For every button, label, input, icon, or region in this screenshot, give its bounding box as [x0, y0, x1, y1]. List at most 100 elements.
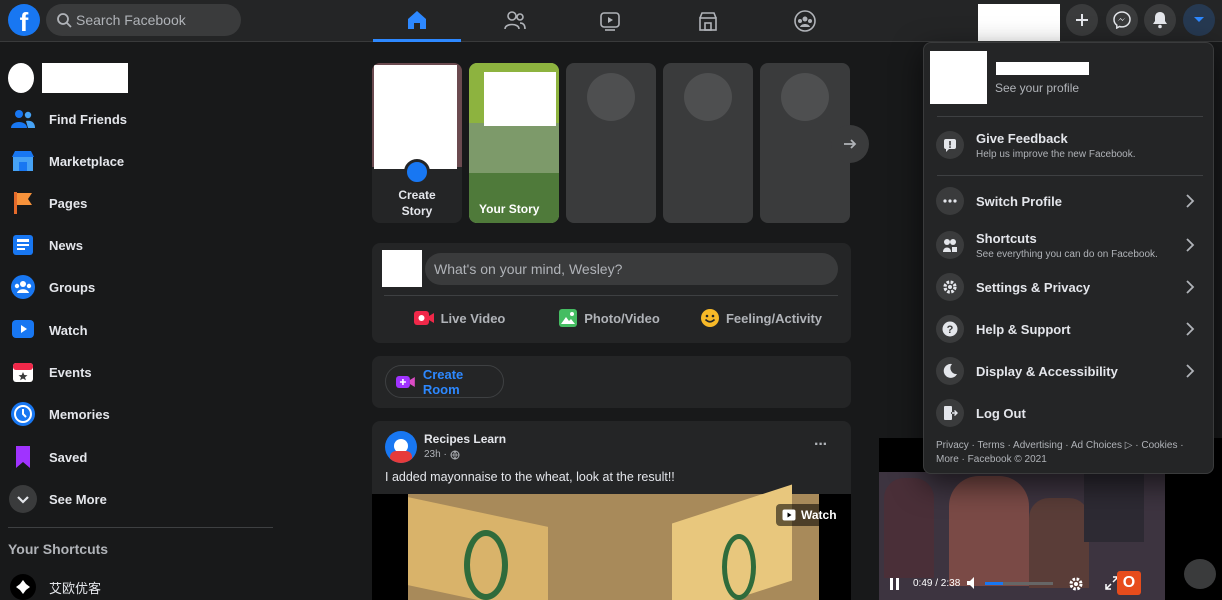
create-room-button[interactable]: Create Room — [385, 365, 504, 398]
feedback-icon — [936, 131, 964, 159]
memories-icon — [9, 400, 37, 428]
chevron-right-icon — [1186, 280, 1195, 294]
avatar[interactable] — [8, 63, 34, 93]
sidebar-item-saved[interactable]: Saved — [6, 436, 272, 478]
post-author-avatar[interactable] — [385, 431, 417, 463]
avatar-body — [390, 451, 412, 463]
tab-marketplace[interactable] — [664, 0, 752, 42]
chevron-down-icon — [9, 485, 37, 513]
story-avatar — [587, 73, 635, 121]
story-card[interactable] — [663, 63, 753, 223]
sidebar-item-memories[interactable]: Memories — [6, 393, 272, 435]
help-support-item[interactable]: ? Help & Support — [932, 308, 1208, 350]
sidebar-item-watch[interactable]: Watch — [6, 309, 272, 351]
profile-chip[interactable] — [978, 4, 1060, 41]
post-author-name[interactable]: Recipes Learn — [424, 432, 506, 446]
pages-icon — [9, 189, 37, 217]
groups-icon — [794, 10, 816, 32]
facebook-logo[interactable]: f — [8, 4, 40, 36]
sidebar-item-find-friends[interactable]: Find Friends — [6, 98, 272, 140]
photo-video-button[interactable]: Photo/Video — [534, 300, 684, 336]
post-timestamp[interactable]: 23h · — [424, 449, 460, 460]
sidebar-item-label: 艾欧优客 — [49, 580, 102, 596]
composer-avatar[interactable] — [382, 250, 422, 287]
display-accessibility-item[interactable]: Display & Accessibility — [932, 350, 1208, 392]
volume-icon[interactable] — [966, 576, 980, 590]
sidebar-item-label: Find Friends — [49, 111, 127, 127]
live-video-button[interactable]: Live Video — [384, 300, 534, 336]
sidebar-item-news[interactable]: News — [6, 224, 272, 266]
sidebar-item-label: Events — [49, 364, 92, 380]
gear-icon[interactable] — [1068, 576, 1084, 592]
composer-input[interactable]: What's on your mind, Wesley? — [425, 253, 838, 285]
story-card[interactable] — [566, 63, 656, 223]
switch-profile-item[interactable]: Switch Profile — [932, 180, 1208, 222]
saved-icon — [9, 443, 37, 471]
sidebar-item-groups[interactable]: Groups — [6, 266, 272, 308]
photo-video-label: Photo/Video — [584, 310, 660, 326]
add-story-icon — [404, 159, 430, 185]
notifications-button[interactable] — [1144, 4, 1176, 36]
search-box[interactable] — [46, 4, 241, 36]
give-feedback-item[interactable]: Give Feedback Help us improve the new Fac… — [932, 123, 1208, 167]
log-out-item[interactable]: Log Out — [932, 392, 1208, 434]
watch-badge[interactable]: Watch — [776, 504, 843, 526]
volume-slider[interactable] — [985, 582, 1053, 585]
top-bar: f — [0, 0, 1222, 42]
see-profile-link[interactable]: See your profile — [995, 81, 1079, 95]
menu-profile-avatar[interactable] — [930, 51, 987, 104]
stories-next-button[interactable] — [831, 125, 869, 163]
sidebar-shortcut-item[interactable]: 艾欧优客 — [6, 566, 272, 600]
watch-icon — [9, 316, 37, 344]
video-figure — [1029, 498, 1089, 588]
watch-icon — [782, 509, 796, 521]
video-label-mark — [722, 534, 756, 600]
photo-icon — [559, 309, 578, 327]
search-input[interactable] — [76, 4, 236, 36]
sidebar-divider — [8, 527, 273, 528]
tab-groups[interactable] — [761, 0, 849, 42]
sidebar-item-see-more[interactable]: See More — [6, 478, 272, 520]
footer-copyright[interactable]: More · Facebook © 2021 — [936, 453, 1184, 467]
feeling-activity-button[interactable]: Feeling/Activity — [684, 300, 838, 336]
messenger-icon — [1113, 11, 1131, 29]
sidebar-item-events[interactable]: Events — [6, 351, 272, 393]
your-story-card[interactable]: Your Story — [469, 63, 559, 223]
tab-home[interactable] — [373, 0, 461, 42]
sidebar-item-marketplace[interactable]: Marketplace — [6, 140, 272, 182]
tab-friends[interactable] — [471, 0, 559, 42]
pause-icon[interactable] — [889, 578, 901, 590]
sidebar-item-label: Pages — [49, 195, 88, 211]
svg-text:?: ? — [947, 324, 954, 336]
events-icon — [9, 358, 37, 386]
watch-icon — [600, 12, 620, 31]
shortcuts-item[interactable]: Shortcuts See everything you can do on Fa… — [932, 222, 1208, 268]
profile-name[interactable] — [42, 63, 128, 93]
news-icon — [9, 231, 37, 259]
story-avatar — [684, 73, 732, 121]
menu-divider — [937, 175, 1203, 176]
post-more-button[interactable]: ··· — [814, 436, 828, 454]
menu-profile-name[interactable] — [996, 62, 1089, 75]
help-icon: ? — [936, 315, 964, 343]
messenger-button[interactable] — [1106, 4, 1138, 36]
display-accessibility-label: Display & Accessibility — [976, 363, 1118, 379]
account-button[interactable] — [1183, 4, 1215, 36]
post-video[interactable]: Watch — [372, 484, 851, 600]
video-camera-icon — [396, 375, 415, 388]
chevron-right-icon — [1186, 194, 1195, 208]
footer-links[interactable]: Privacy · Terms · Advertising · Ad Choic… — [936, 439, 1184, 453]
help-support-label: Help & Support — [976, 321, 1071, 337]
create-story-card[interactable]: Create Story — [372, 63, 462, 223]
tab-watch[interactable] — [566, 0, 654, 42]
video-time: 0:49 / 2:38 — [913, 578, 961, 589]
settings-privacy-item[interactable]: Settings & Privacy — [932, 266, 1208, 308]
watch-badge-label: Watch — [801, 508, 837, 522]
create-button[interactable] — [1066, 4, 1098, 36]
video-figure — [949, 476, 1029, 586]
sidebar-item-pages[interactable]: Pages — [6, 182, 272, 224]
close-mini-player-button[interactable] — [1184, 559, 1216, 589]
shortcuts-sub: See everything you can do on Facebook. — [976, 248, 1158, 260]
post-time-label: 23h · — [424, 449, 447, 460]
marketplace-icon — [699, 12, 717, 31]
